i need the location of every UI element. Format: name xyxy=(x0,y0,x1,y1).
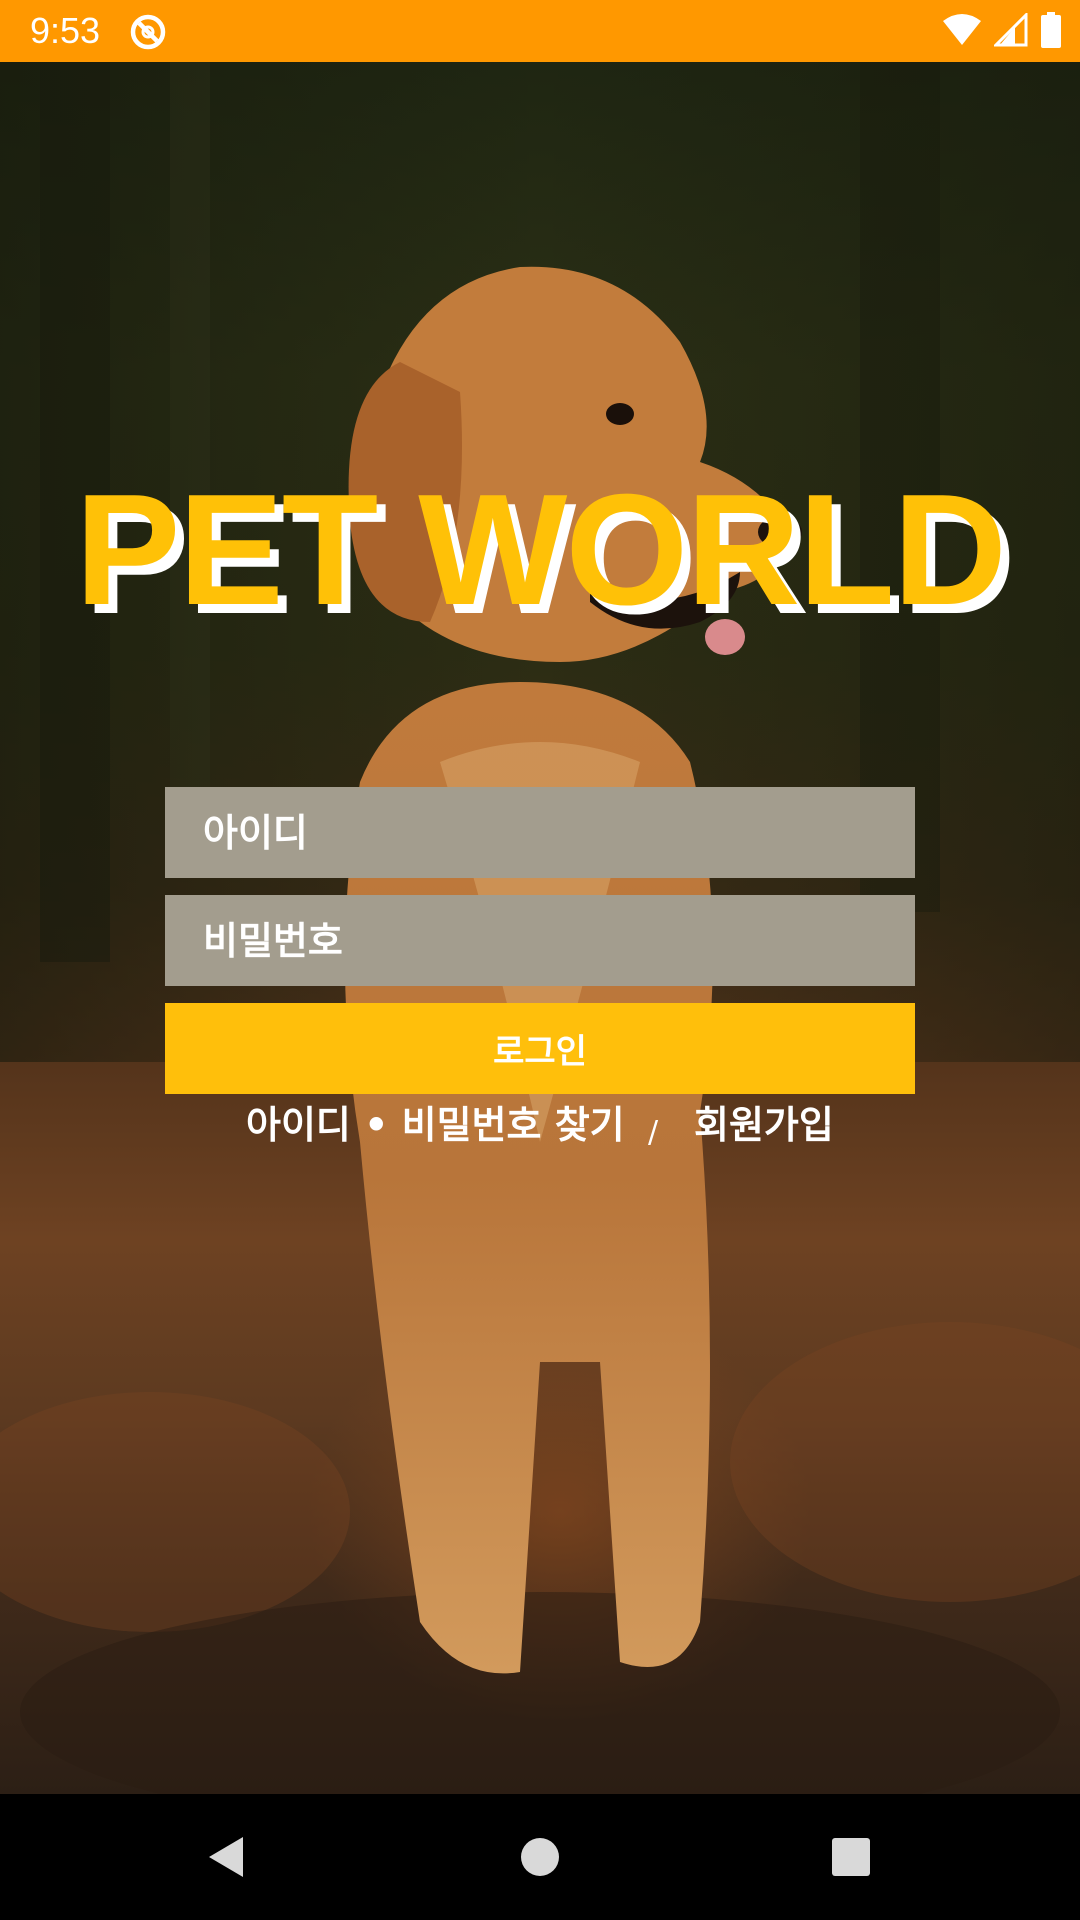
home-icon xyxy=(521,1838,559,1876)
status-bar: 9:53 xyxy=(0,0,1080,62)
password-input[interactable] xyxy=(165,895,915,986)
recents-icon xyxy=(832,1838,870,1876)
back-button[interactable] xyxy=(192,1824,258,1890)
wifi-icon xyxy=(942,13,982,51)
login-screen: 9:53 PET WORLD 아이디 로그인 아이디 • 비밀번호 찾기 / 회… xyxy=(0,0,1080,1920)
status-time: 9:53 xyxy=(30,10,101,51)
status-icons xyxy=(942,11,1062,52)
app-notification-icon xyxy=(128,12,168,52)
navigation-bar xyxy=(0,1794,1080,1920)
find-account-link[interactable]: 아이디 • 비밀번호 찾기 xyxy=(246,1098,625,1152)
links-separator: / xyxy=(648,1115,659,1150)
cellular-signal-icon xyxy=(992,11,1028,51)
id-input[interactable] xyxy=(165,787,915,878)
sign-up-link[interactable]: 회원가입 xyxy=(694,1098,834,1152)
battery-icon xyxy=(1040,12,1062,52)
account-links: 아이디 • 비밀번호 찾기 / 회원가입 xyxy=(0,1098,1080,1158)
recents-button[interactable] xyxy=(818,1824,884,1890)
login-button[interactable]: 로그인 xyxy=(165,1003,915,1094)
app-title: PET WORLD xyxy=(75,462,1007,638)
back-icon xyxy=(209,1837,243,1877)
home-button[interactable] xyxy=(507,1824,573,1890)
